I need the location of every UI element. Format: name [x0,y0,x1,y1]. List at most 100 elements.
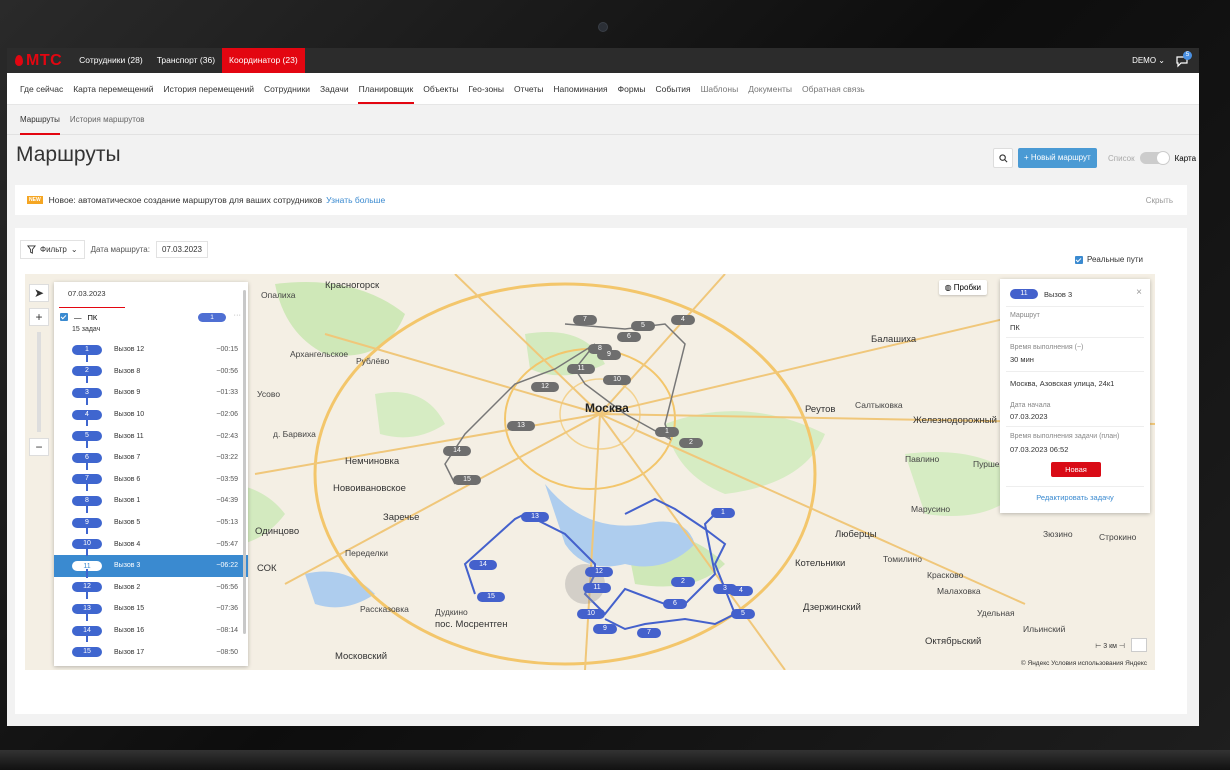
other-route-marker[interactable]: 13 [507,421,535,431]
task-row[interactable]: 11 Вызов 3 ~06:22 [54,546,248,577]
subtab-routes[interactable]: Маршруты [15,105,65,135]
tab-coordinator[interactable]: Координатор (23) [222,48,305,73]
map-place-label: Одинцово [255,526,300,537]
traffic-button[interactable]: ◍ Пробки [938,280,987,295]
other-route-marker[interactable]: 7 [573,315,597,325]
notifications-button[interactable]: 5 [1175,50,1192,68]
task-row[interactable]: 8 Вызов 1 ~04:39 [54,482,248,512]
hide-banner-button[interactable]: Скрыть [1146,196,1173,205]
zoom-out-button[interactable]: − [29,438,49,456]
route-stop-marker[interactable]: 12 [585,567,613,577]
other-route-marker[interactable]: 15 [453,475,481,485]
task-row[interactable]: 9 Вызов 5 ~05:13 [54,503,248,534]
view-switch[interactable] [1139,151,1170,165]
tab-transport[interactable]: Транспорт (36) [150,48,222,73]
zoom-slider[interactable] [37,332,41,432]
collapse-dash-icon: — [74,312,82,322]
other-route-marker[interactable]: 14 [443,446,471,456]
nav-feedback[interactable]: Обратная связь [797,73,870,105]
route-stop-marker[interactable]: 11 [583,583,611,593]
locate-button[interactable]: ➤ [29,284,49,302]
route-stop-marker[interactable]: 4 [729,586,753,596]
route-date-input[interactable]: 07.03.2023 [155,241,208,258]
nav-templates[interactable]: Шаблоны [696,73,744,105]
route-stop-marker[interactable]: 10 [577,609,605,619]
view-toggle[interactable]: Список Карта [1108,148,1196,168]
task-row[interactable]: 3 Вызов 9 ~01:33 [54,374,248,404]
more-options-icon[interactable]: ··· [234,310,242,319]
search-button[interactable] [993,148,1013,168]
map-place-label: Рассказовка [360,604,409,614]
address-value: Москва, Азовская улица, 24к1 [1010,379,1115,388]
close-icon[interactable]: × [1136,287,1142,298]
list-date-tab[interactable]: 07.03.2023 [54,282,248,308]
zoom-in-button[interactable]: + [29,308,49,326]
edit-task-link[interactable]: Редактировать задачу [1000,493,1150,502]
plan-time-label: Время выполнения задачи (план) [1010,433,1120,440]
task-row[interactable]: 5 Вызов 11 ~02:43 [54,417,248,447]
real-paths-toggle[interactable]: Реальные пути [1074,255,1143,264]
checkbox-checked-icon[interactable] [1074,255,1083,264]
task-row[interactable]: 7 Вызов 6 ~03:59 [54,460,248,491]
learn-more-link[interactable]: Узнать больше [326,195,385,205]
filter-button[interactable]: Фильтр ⌄ [20,240,85,259]
other-route-marker[interactable]: 2 [679,438,703,448]
task-row[interactable]: 12 Вызов 2 ~06:56 [54,568,248,599]
map-place-label: Красково [927,570,964,580]
map-copyright[interactable]: © Яндекс Условия использования Яндекс [1021,660,1147,667]
tab-employees[interactable]: Сотрудники (28) [72,48,150,73]
nav-movement-history[interactable]: История перемещений [159,73,260,105]
task-name: Вызов 17 [114,648,145,656]
other-route-marker[interactable]: 12 [531,382,559,392]
route-stop-marker[interactable]: 15 [477,592,505,602]
mts-logo[interactable]: МТС [7,52,72,70]
route-value: ПК [1010,323,1020,332]
task-detail-card: 11 Вызов 3 × Маршрут ПК Время выполнения… [1000,279,1150,513]
task-row[interactable]: 13 Вызов 15 ~07:36 [54,590,248,620]
other-route-marker[interactable]: 9 [597,350,621,360]
nav-planner[interactable]: Планировщик [354,73,419,105]
task-row[interactable]: 6 Вызов 7 ~03:22 [54,438,248,469]
ruler-button[interactable] [1131,638,1147,652]
nav-geozones[interactable]: Гео-зоны [463,73,509,105]
list-scrollbar[interactable] [243,290,246,634]
nav-documents[interactable]: Документы [743,73,797,105]
task-row[interactable]: 2 Вызов 8 ~00:56 [54,352,248,383]
task-row[interactable]: 4 Вызов 10 ~02:06 [54,395,248,426]
nav-forms[interactable]: Формы [613,73,651,105]
other-route-marker[interactable]: 4 [671,315,695,325]
task-row[interactable]: 10 Вызов 4 ~05:47 [54,525,248,555]
subtab-route-history[interactable]: История маршрутов [65,105,150,135]
route-stop-marker[interactable]: 1 [711,508,735,518]
task-row[interactable]: 1 Вызов 12 ~00:15 [54,339,248,361]
other-route-marker[interactable]: 5 [631,321,655,331]
route-stop-marker[interactable]: 14 [469,560,497,570]
new-route-button[interactable]: + Новый маршрут [1018,148,1097,168]
nav-reminders[interactable]: Напоминания [548,73,612,105]
user-menu[interactable]: DEMO ⌄ [1132,56,1165,65]
nav-tasks[interactable]: Задачи [315,73,354,105]
task-row[interactable]: 15 Вызов 17 ~08:50 [54,633,248,663]
route-stop-marker[interactable]: 7 [637,628,661,638]
route-group-row[interactable]: — ПК 1 ··· [54,308,248,326]
route-stop-marker[interactable]: 6 [663,599,687,609]
nav-movement-map[interactable]: Карта перемещений [68,73,158,105]
other-route-marker[interactable]: 11 [567,364,595,374]
route-stop-marker[interactable]: 5 [731,609,755,619]
nav-events[interactable]: События [651,73,696,105]
other-route-marker[interactable]: 6 [617,332,641,342]
checkbox-checked-icon[interactable] [60,313,68,321]
route-stop-marker[interactable]: 9 [593,624,617,634]
other-route-marker[interactable]: 10 [603,375,631,385]
nav-where-now[interactable]: Где сейчас [15,73,68,105]
map-place-label: Удельная [977,608,1015,618]
task-row[interactable]: 14 Вызов 16 ~08:14 [54,611,248,642]
route-date-label: Дата маршрута: [90,245,150,254]
nav-reports[interactable]: Отчеты [509,73,548,105]
route-stop-marker[interactable]: 13 [521,512,549,522]
nav-objects[interactable]: Объекты [418,73,463,105]
nav-employees[interactable]: Сотрудники [259,73,315,105]
route-stop-marker[interactable]: 2 [671,577,695,587]
route-map[interactable]: Красногорск Опалиха Архангельское Рублёво Мо… [25,274,1155,670]
other-route-marker[interactable]: 1 [655,427,679,437]
